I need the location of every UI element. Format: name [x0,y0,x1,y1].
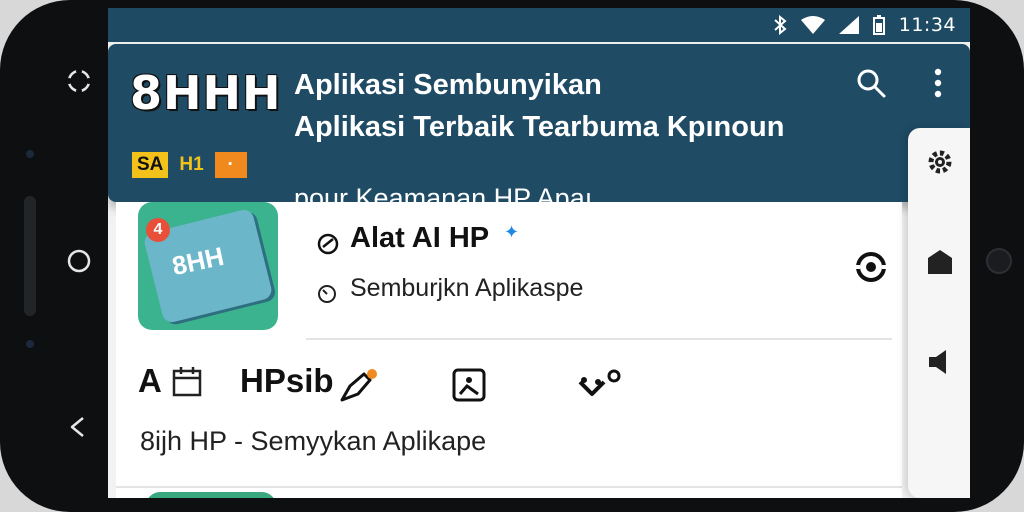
row2-subtitle: 8iјh HP - Semyykan Aplikape [140,426,487,456]
calendar-icon [172,367,202,397]
speaker-grille [24,196,36,316]
app-name[interactable]: Alat AI HP [350,222,489,255]
gear-icon[interactable] [926,148,954,176]
badge-sa: SA [132,152,169,178]
badge-h1: H1 [174,152,209,178]
page-title: Aplikasi Sembunyikan Aplikasi Terbaik Te… [294,64,894,148]
volume-icon[interactable] [926,348,954,376]
divider [306,338,892,340]
app-thumbnail[interactable]: 8HH 4 [138,202,278,330]
app-header: 8HHH SA H1 · Aplikasi Sembunyikan Aplika… [108,44,970,213]
pin-icon [340,369,377,402]
back-icon[interactable] [66,414,92,440]
status-bar: 11:34 [108,8,970,42]
recent-apps-icon[interactable] [64,66,94,96]
badge-orange: · [214,152,247,178]
signal-icon [838,16,859,34]
row2-label-b: HPsib [240,362,334,399]
shield-check-icon [317,233,339,255]
divider [116,486,902,488]
target-icon[interactable] [854,250,888,284]
side-toolbar [908,128,970,498]
heart-icon[interactable] [576,368,622,400]
header-badges: SA H1 · [132,152,247,178]
folder-icon[interactable] [926,248,954,276]
next-app-thumbnail[interactable] [146,492,276,498]
battery-icon [872,15,885,35]
row2-label-a: A [138,362,162,399]
page-title-line1: Aplikasi Sembunyikan [294,69,602,101]
phone-frame: 11:34 8HHH SA H1 · Aplikasi Sembunyikan … [0,0,1024,512]
lock-icon [318,285,336,303]
wifi-icon [800,16,825,34]
thumb-badge: 4 [146,218,170,242]
home-icon[interactable] [66,248,92,274]
app-description: Semburjkn Aplikaspe [350,274,584,302]
screen: 11:34 8HHH SA H1 · Aplikasi Sembunyikan … [108,8,970,498]
sensor-dot [26,150,34,158]
search-icon[interactable] [854,66,888,100]
image-icon[interactable] [452,368,486,402]
bluetooth-icon [774,15,787,35]
more-vert-icon[interactable] [926,66,950,100]
status-time: 11:34 [898,14,956,36]
app-list: 8HH 4 Alat AI HP ✦ Semburjkn Aplikaspe A [116,202,902,498]
verified-star-icon: ✦ [504,222,520,242]
app-logo: 8HHH [130,66,282,120]
page-title-line2: Aplikasi Terbaik Tearbuma Kpınoun [294,111,785,143]
front-camera [986,248,1012,274]
sensor-dot [26,340,34,348]
